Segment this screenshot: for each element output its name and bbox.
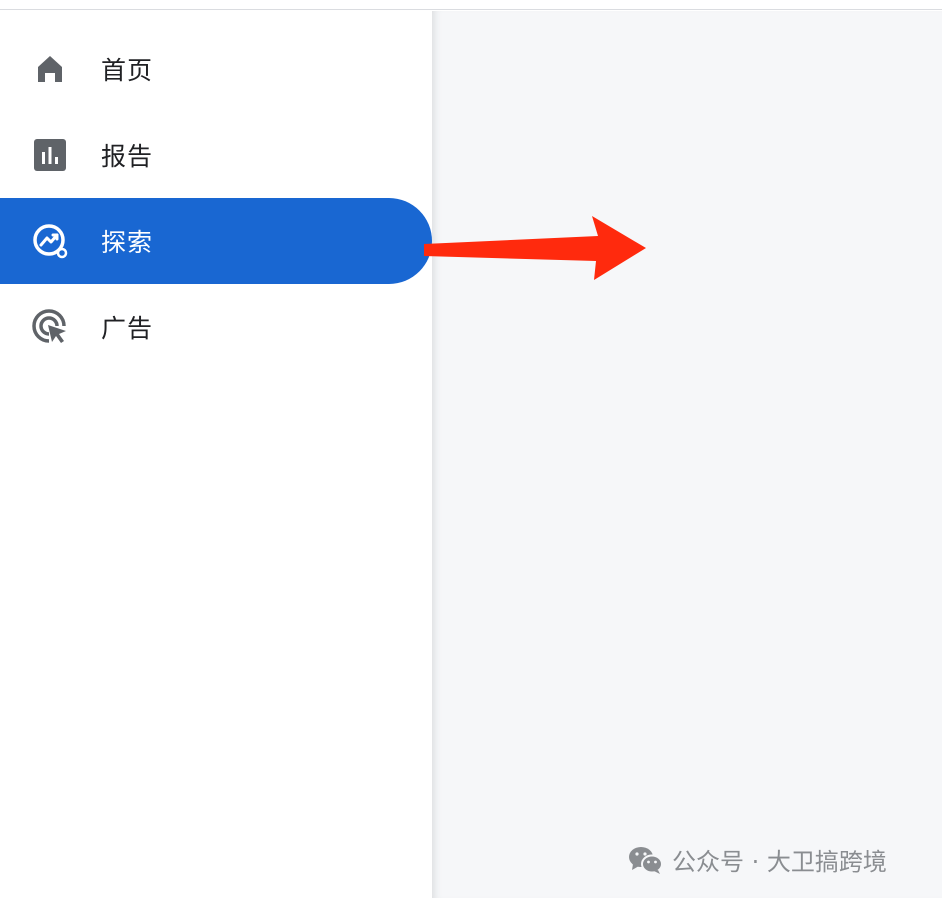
sidebar-item-explore[interactable]: 探索 [0, 198, 432, 284]
app-frame: 首页 报告 探索 广告 公众号 · 大卫搞跨境 [0, 0, 942, 898]
sidebar-item-label: 探索 [101, 228, 154, 257]
watermark-text: 公众号 · 大卫搞跨境 [672, 848, 887, 876]
sidebar-item-label: 首页 [101, 56, 154, 85]
home-icon [32, 51, 68, 87]
sidebar-item-label: 广告 [101, 314, 154, 343]
sidebar-item-ads[interactable]: 广告 [0, 284, 432, 370]
bar-chart-icon [32, 137, 68, 173]
explore-icon [32, 223, 68, 259]
sidebar-nav: 首页 报告 探索 广告 [0, 11, 432, 898]
sidebar-item-label: 报告 [101, 142, 154, 171]
ads-icon [32, 309, 68, 345]
main-content-area [432, 11, 942, 898]
sidebar-item-reports[interactable]: 报告 [0, 112, 432, 198]
sidebar-item-home[interactable]: 首页 [0, 26, 432, 112]
red-arrow-annotation [424, 216, 646, 280]
watermark: 公众号 · 大卫搞跨境 [628, 842, 887, 877]
wechat-icon [629, 846, 663, 874]
top-divider [0, 0, 942, 10]
